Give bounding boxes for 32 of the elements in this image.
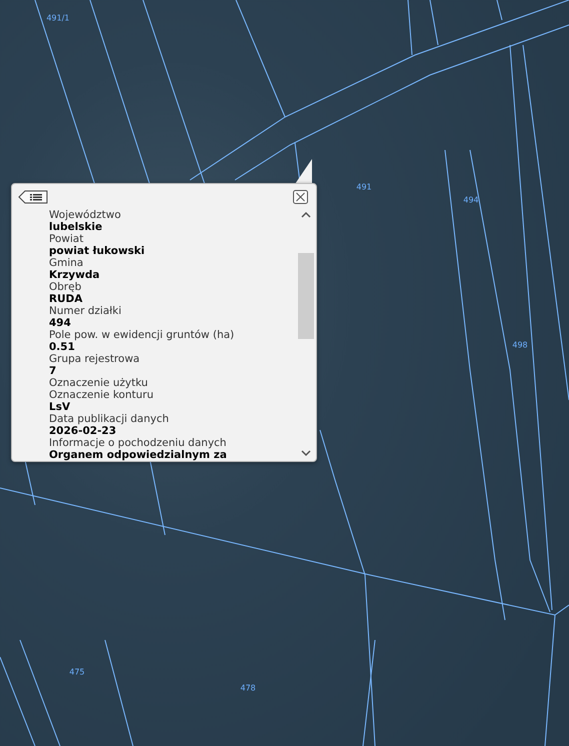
parcel-number: 491 — [356, 182, 372, 192]
scrollbar-thumb[interactable] — [298, 253, 314, 339]
list-button[interactable] — [18, 190, 49, 204]
field-value: RUDA — [49, 293, 84, 305]
field-label: Numer działki — [49, 305, 122, 317]
parcel-number: 491/1 — [46, 14, 70, 22]
parcel-number: 498 — [512, 340, 528, 350]
scroll-down-arrow-icon[interactable] — [301, 450, 311, 457]
field-label: Powiat — [49, 233, 84, 245]
field-value: 494 — [49, 317, 72, 329]
field-value: 2026-02-23 — [49, 425, 118, 437]
field-label: Informacje o pochodzeniu danych — [49, 437, 228, 449]
field-label: Pole pow. w ewidencji gruntów (ha) — [49, 329, 236, 341]
scroll-up-arrow-icon[interactable] — [301, 211, 311, 218]
field-value: LsV — [49, 401, 72, 413]
field-label: Gmina — [49, 257, 84, 269]
field-value: Organem odpowiedzialnym za — [49, 449, 228, 461]
field-label: Województwo — [49, 209, 122, 221]
field-label: Grupa rejestrowa — [49, 353, 141, 365]
field-label: Obręb — [49, 281, 82, 293]
parcel-number: 478 — [240, 684, 256, 692]
parcel-number: 494 — [463, 196, 479, 204]
field-value: Krzywda — [49, 269, 101, 281]
field-value: 0.51 — [49, 341, 76, 353]
field-value: 7 — [49, 365, 58, 377]
parcel-number: 475 — [69, 668, 85, 676]
field-value: powiat łukowski — [49, 245, 146, 257]
field-label: Oznaczenie użytku — [49, 377, 149, 389]
field-label: Data publikacji danych — [49, 413, 170, 425]
field-value: lubelskie — [49, 221, 104, 233]
close-button[interactable] — [293, 190, 308, 204]
field-label: Oznaczenie konturu — [49, 389, 155, 401]
